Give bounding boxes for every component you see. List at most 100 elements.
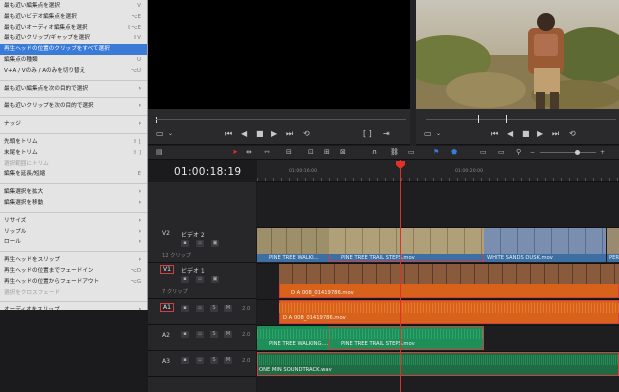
menu-item[interactable]: 最も近い編集点を選択 V	[0, 1, 147, 12]
viewer-options-icon[interactable]: ▭	[156, 129, 164, 139]
track-header-v2[interactable]: V2 ビデオ 2 ▪ ▫ ▣ 12 クリップ	[148, 227, 256, 263]
menu-item[interactable]: 再生ヘッドの位置からフェードアウト ⌥G	[0, 277, 147, 288]
menu-item[interactable]: リップル ›	[0, 227, 147, 238]
clip-v2-pine-tree-walking[interactable]: PINE TREE WALKI...	[257, 228, 329, 262]
menu-item[interactable]: 再生ヘッドの位置のクリップをすべて選択	[0, 44, 147, 55]
clip-v2-pine-tree-trail-steps[interactable]: PINE TREE TRAIL STEPS.mov	[329, 228, 484, 262]
zoom-custom-icon[interactable]: ⚲	[516, 148, 521, 157]
track-header-a3[interactable]: A3 ▪ ▫ S M 2.0	[148, 351, 256, 377]
source-scrub-bar[interactable]	[148, 109, 410, 125]
clip-a3-soundtrack[interactable]: ONE MIN SOUNDTRACK.wav	[257, 352, 619, 376]
mark-in-icon[interactable]: [ ]	[363, 129, 372, 139]
menu-item[interactable]: 最も近いクリップを次の目的で選択 ›	[0, 101, 147, 112]
clip-v2-white-sands-dusk[interactable]: WHITE SANDS DUSK.mov	[484, 228, 606, 262]
lock-icon[interactable]: ▪	[181, 331, 189, 338]
reverse-play-icon[interactable]: ◀	[507, 129, 513, 139]
mark-out-icon[interactable]: ⇥	[383, 129, 390, 139]
zoom-in-icon[interactable]: +	[600, 148, 605, 157]
visibility-icon[interactable]: ▣	[211, 276, 219, 283]
auto-select-icon[interactable]: ▫	[196, 240, 204, 247]
clip-v2-partial[interactable]: PER	[607, 228, 619, 262]
menu-item[interactable]: ナッジ ›	[0, 119, 147, 130]
auto-select-icon[interactable]: ▫	[196, 305, 204, 312]
menu-item[interactable]: 編集点の種類 U	[0, 55, 147, 66]
fast-forward-icon[interactable]: ⏭	[286, 129, 293, 139]
menu-item[interactable]: 編集選択を移動 ›	[0, 198, 147, 209]
lock-icon[interactable]: ▪	[181, 357, 189, 364]
insert-clip-icon[interactable]: ⊡	[308, 148, 314, 157]
auto-select-icon[interactable]: ▫	[196, 357, 204, 364]
menu-item[interactable]: 最も近いオーディオ編集点を選択 ⇧⌥E	[0, 23, 147, 34]
loop-icon[interactable]: ⟲	[303, 129, 310, 139]
auto-select-icon[interactable]: ▫	[196, 276, 204, 283]
track-header-v1[interactable]: V1 ビデオ 1 ▪ ▫ ▣ 7 クリップ	[148, 263, 256, 299]
zoom-out-icon[interactable]: −	[530, 148, 535, 157]
mute-button[interactable]: M	[224, 357, 232, 364]
rewind-icon[interactable]: ⏮	[491, 129, 498, 139]
stop-icon[interactable]: ■	[256, 129, 264, 139]
solo-button[interactable]: S	[210, 357, 218, 364]
solo-button[interactable]: S	[210, 331, 218, 338]
overwrite-clip-icon[interactable]: ⊞	[324, 148, 330, 157]
mute-button[interactable]: M	[224, 305, 232, 312]
solo-button[interactable]: S	[210, 305, 218, 312]
trim-tool-icon[interactable]: ⇹	[246, 148, 252, 157]
menu-item[interactable]: ロール ›	[0, 237, 147, 248]
menu-item-shortcut: ⇧ ]	[132, 149, 141, 156]
selection-tool-icon[interactable]: ➤	[232, 148, 238, 157]
play-icon[interactable]: ▶	[271, 129, 277, 139]
lock-icon[interactable]: ▪	[181, 240, 189, 247]
visibility-icon[interactable]: ▣	[211, 240, 219, 247]
chevron-down-icon[interactable]: ⌄	[436, 129, 441, 139]
menu-item[interactable]: 先頭をトリム ⇧ [	[0, 137, 147, 148]
menu-item[interactable]: 再生ヘッドをスリップ ›	[0, 255, 147, 266]
blade-tool-icon[interactable]: ⊟	[286, 148, 292, 157]
menu-item[interactable]: 編集を延長/短縮 E	[0, 169, 147, 180]
dynamic-trim-icon[interactable]: ⇿	[264, 148, 270, 157]
menu-item[interactable]: オーディオをスリップ ›	[0, 305, 147, 310]
stop-icon[interactable]: ■	[522, 129, 530, 139]
loop-icon[interactable]: ⟲	[569, 129, 576, 139]
timeline-viewer[interactable]	[416, 0, 619, 109]
menu-item[interactable]: 最も近いビデオ編集点を選択 ⌥E	[0, 12, 147, 23]
track-header-a2[interactable]: A2 ▪ ▫ S M 2.0	[148, 325, 256, 351]
auto-select-icon[interactable]: ▫	[196, 331, 204, 338]
marker-icon[interactable]: ⬟	[451, 148, 457, 157]
replace-clip-icon[interactable]: ⊠	[340, 148, 346, 157]
zoom-slider-handle[interactable]	[575, 150, 580, 155]
source-viewer[interactable]	[148, 0, 410, 109]
menu-item[interactable]: V+A / Vのみ / Aのみを切り替え ⌥U	[0, 66, 147, 77]
menu-item-label: 最も近いビデオ編集点を選択	[4, 13, 77, 20]
menu-item[interactable]: リサイズ ›	[0, 216, 147, 227]
viewer-options-icon[interactable]: ▭	[424, 129, 432, 139]
menu-item[interactable]: 最も近い編集点を次の目的で選択 ›	[0, 84, 147, 95]
rewind-icon[interactable]: ⏮	[225, 129, 232, 139]
clip-a2-pine-tree-trail-steps[interactable]: PINE TREE TRAIL STEPS.mov	[329, 326, 484, 350]
clip-v1-da008[interactable]: D A 008_01419786.mov	[279, 264, 619, 298]
snap-icon[interactable]: ∩	[372, 148, 377, 157]
reverse-play-icon[interactable]: ◀	[241, 129, 247, 139]
timeline-ruler[interactable]: 01:00:16:00 01:00:20:00	[257, 160, 619, 182]
fast-forward-icon[interactable]: ⏭	[552, 129, 559, 139]
clip-a1-da008[interactable]: D A 008_01419786.mov	[279, 300, 619, 324]
clip-a2-pine-tree-walking[interactable]: PINE TREE WALKING....	[257, 326, 329, 350]
menu-item[interactable]: 最も近いクリップ/ギャップを選択 ⇧V	[0, 33, 147, 44]
play-icon[interactable]: ▶	[537, 129, 543, 139]
zoom-detail-icon[interactable]: ▭	[498, 148, 505, 157]
lock-icon[interactable]: ▪	[181, 276, 189, 283]
menu-item[interactable]: 末尾をトリム ⇧ ]	[0, 148, 147, 159]
zoom-slider[interactable]	[540, 152, 596, 153]
menu-item[interactable]: 再生ヘッドの位置までフェードイン ⌥D	[0, 266, 147, 277]
mute-button[interactable]: M	[224, 331, 232, 338]
link-icon[interactable]: ⛓	[390, 148, 399, 157]
timeline-scrub-bar[interactable]	[416, 109, 619, 125]
flag-icon[interactable]: ⚑	[433, 148, 439, 157]
track-header-a1[interactable]: A1 ▪ ▫ S M 2.0	[148, 299, 256, 325]
chevron-down-icon[interactable]: ⌄	[168, 129, 173, 139]
playhead[interactable]	[400, 160, 401, 392]
menu-item[interactable]: 編集選択を拡大 ›	[0, 187, 147, 198]
lock-icon[interactable]: ▪	[181, 305, 189, 312]
position-lock-icon[interactable]: ▭	[408, 148, 415, 157]
zoom-full-icon[interactable]: ▭	[480, 148, 487, 157]
layout-icon[interactable]: ▤	[156, 148, 163, 157]
